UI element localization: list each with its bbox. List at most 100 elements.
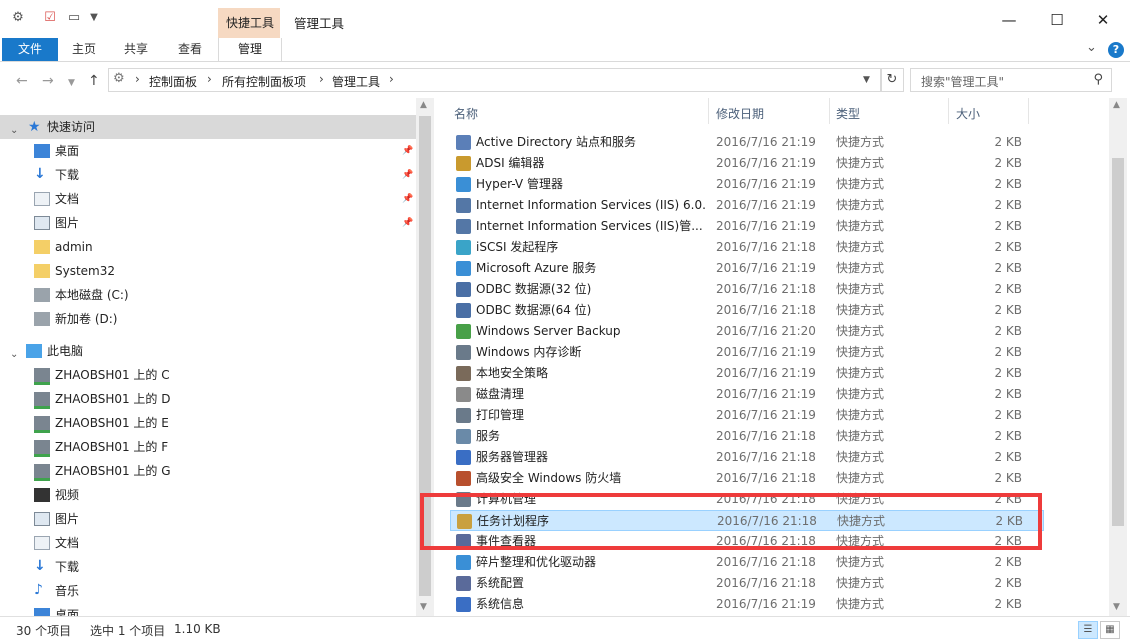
- breadcrumb-admin-tools[interactable]: 管理工具: [332, 73, 380, 90]
- expand-ribbon-icon[interactable]: ⌄: [1086, 40, 1097, 55]
- pin-icon[interactable]: 📌: [402, 187, 413, 211]
- file-list-scrollbar-thumb[interactable]: [1112, 158, 1124, 526]
- file-row[interactable]: 系统配置 2016/7/16 21:18 快捷方式 2 KB: [450, 573, 1044, 594]
- file-row[interactable]: ODBC 数据源(64 位) 2016/7/16 21:18 快捷方式 2 KB: [450, 300, 1044, 321]
- nav-item[interactable]: 图片: [0, 507, 416, 531]
- file-row[interactable]: Windows 内存诊断 2016/7/16 21:19 快捷方式 2 KB: [450, 342, 1044, 363]
- file-row[interactable]: 碎片整理和优化驱动器 2016/7/16 21:18 快捷方式 2 KB: [450, 552, 1044, 573]
- column-header-type[interactable]: 类型: [836, 105, 860, 122]
- nav-item[interactable]: 桌面: [0, 603, 416, 616]
- file-name: 本地安全策略: [476, 366, 549, 380]
- file-row[interactable]: ODBC 数据源(32 位) 2016/7/16 21:18 快捷方式 2 KB: [450, 279, 1044, 300]
- search-icon[interactable]: ⚲: [1093, 72, 1103, 87]
- close-button[interactable]: ✕: [1080, 4, 1126, 36]
- pin-icon[interactable]: 📌: [402, 163, 413, 187]
- new-folder-icon[interactable]: ▭: [66, 10, 82, 26]
- nav-item[interactable]: ↓ 下载 📌: [0, 163, 416, 187]
- address-dropdown-icon[interactable]: ▼: [863, 75, 870, 85]
- file-name: ODBC 数据源(32 位): [476, 282, 592, 296]
- nav-item[interactable]: ♪ 音乐: [0, 579, 416, 603]
- maximize-button[interactable]: ☐: [1034, 4, 1080, 36]
- breadcrumb-separator-icon[interactable]: ›: [207, 72, 212, 86]
- scroll-up-icon[interactable]: ▲: [420, 100, 427, 110]
- column-header-size[interactable]: 大小: [956, 105, 980, 122]
- scroll-down-icon[interactable]: ▼: [420, 602, 427, 612]
- file-row[interactable]: 服务 2016/7/16 21:18 快捷方式 2 KB: [450, 426, 1044, 447]
- file-row[interactable]: Internet Information Services (IIS)管... 2…: [450, 216, 1044, 237]
- nav-item[interactable]: ZHAOBSH01 上的 C: [0, 363, 416, 387]
- checkmark-icon[interactable]: ☑: [42, 10, 58, 26]
- nav-this-pc[interactable]: ⌄ 此电脑: [0, 339, 416, 363]
- column-divider[interactable]: [948, 98, 949, 124]
- file-row[interactable]: Internet Information Services (IIS) 6.0.…: [450, 195, 1044, 216]
- help-icon[interactable]: ?: [1108, 42, 1124, 58]
- file-type: 快捷方式: [836, 576, 885, 590]
- up-arrow-icon[interactable]: ↑: [88, 73, 100, 89]
- breadcrumb-all-items[interactable]: 所有控制面板项: [222, 73, 306, 90]
- nav-item[interactable]: System32: [0, 259, 416, 283]
- breadcrumb-separator-icon[interactable]: ›: [135, 72, 140, 86]
- back-arrow-icon[interactable]: ←: [16, 73, 28, 89]
- nav-item[interactable]: 视频: [0, 483, 416, 507]
- file-row[interactable]: 磁盘清理 2016/7/16 21:19 快捷方式 2 KB: [450, 384, 1044, 405]
- breadcrumb-separator-icon[interactable]: ›: [319, 72, 324, 86]
- pin-icon[interactable]: 📌: [402, 211, 413, 235]
- pin-icon[interactable]: 📌: [402, 139, 413, 163]
- file-row[interactable]: iSCSI 发起程序 2016/7/16 21:18 快捷方式 2 KB: [450, 237, 1044, 258]
- large-icons-view-icon[interactable]: ▦: [1100, 621, 1120, 639]
- window-title: 管理工具: [294, 16, 345, 31]
- nav-item[interactable]: ↓ 下载: [0, 555, 416, 579]
- nav-item[interactable]: 新加卷 (D:): [0, 307, 416, 331]
- file-row[interactable]: Windows Server Backup 2016/7/16 21:20 快捷方式…: [450, 321, 1044, 342]
- nav-item[interactable]: 桌面 📌: [0, 139, 416, 163]
- forward-arrow-icon[interactable]: →: [42, 73, 54, 89]
- tab-share[interactable]: 共享: [124, 38, 148, 61]
- file-type: 快捷方式: [836, 450, 885, 464]
- file-row[interactable]: 打印管理 2016/7/16 21:19 快捷方式 2 KB: [450, 405, 1044, 426]
- star-icon: ★: [28, 119, 41, 135]
- nav-item[interactable]: ZHAOBSH01 上的 D: [0, 387, 416, 411]
- tab-file[interactable]: 文件: [2, 38, 58, 61]
- nav-item[interactable]: ZHAOBSH01 上的 G: [0, 459, 416, 483]
- breadcrumb-control-panel[interactable]: 控制面板: [149, 73, 197, 90]
- collapse-chevron-icon[interactable]: ⌄: [10, 119, 26, 136]
- tab-home[interactable]: 主页: [72, 38, 96, 61]
- column-divider[interactable]: [708, 98, 709, 124]
- properties-icon[interactable]: ⚙: [10, 10, 26, 26]
- refresh-button[interactable]: ↻: [880, 68, 904, 92]
- file-row[interactable]: Active Directory 站点和服务 2016/7/16 21:19 快捷方…: [450, 132, 1044, 153]
- address-bar[interactable]: ⚙ › 控制面板 › 所有控制面板项 › 管理工具 › ▼: [108, 68, 882, 92]
- tab-manage[interactable]: 管理: [218, 38, 282, 61]
- breadcrumb-separator-icon[interactable]: ›: [389, 72, 394, 86]
- nav-item[interactable]: ZHAOBSH01 上的 F: [0, 435, 416, 459]
- nav-item[interactable]: 本地磁盘 (C:): [0, 283, 416, 307]
- file-row[interactable]: Microsoft Azure 服务 2016/7/16 21:19 快捷方式 2 K…: [450, 258, 1044, 279]
- nav-item[interactable]: 图片 📌: [0, 211, 416, 235]
- file-row[interactable]: ADSI 编辑器 2016/7/16 21:19 快捷方式 2 KB: [450, 153, 1044, 174]
- file-row[interactable]: 系统信息 2016/7/16 21:19 快捷方式 2 KB: [450, 594, 1044, 615]
- column-divider[interactable]: [1028, 98, 1029, 124]
- details-view-icon[interactable]: ☰: [1078, 621, 1098, 639]
- nav-item[interactable]: admin: [0, 235, 416, 259]
- nav-quick-access[interactable]: ⌄ ★ 快速访问: [0, 115, 416, 139]
- file-type: 快捷方式: [836, 261, 885, 275]
- minimize-button[interactable]: —: [986, 4, 1032, 36]
- file-row[interactable]: 服务器管理器 2016/7/16 21:18 快捷方式 2 KB: [450, 447, 1044, 468]
- scroll-down-icon[interactable]: ▼: [1113, 602, 1120, 612]
- nav-item[interactable]: 文档 📌: [0, 187, 416, 211]
- collapse-chevron-icon[interactable]: ⌄: [10, 343, 26, 360]
- column-divider[interactable]: [829, 98, 830, 124]
- recent-locations-icon[interactable]: ▼: [68, 78, 75, 88]
- file-row[interactable]: Hyper-V 管理器 2016/7/16 21:19 快捷方式 2 KB: [450, 174, 1044, 195]
- nav-item[interactable]: 文档: [0, 531, 416, 555]
- tab-view[interactable]: 查看: [178, 38, 202, 61]
- file-row[interactable]: 高级安全 Windows 防火墙 2016/7/16 21:18 快捷方式 2 KB: [450, 468, 1044, 489]
- customize-quick-access-icon[interactable]: ▼: [86, 10, 102, 26]
- file-row[interactable]: 本地安全策略 2016/7/16 21:19 快捷方式 2 KB: [450, 363, 1044, 384]
- search-box[interactable]: 搜索"管理工具" ⚲: [910, 68, 1112, 92]
- column-header-date[interactable]: 修改日期: [716, 105, 764, 122]
- scroll-up-icon[interactable]: ▲: [1113, 100, 1120, 110]
- nav-item[interactable]: ZHAOBSH01 上的 E: [0, 411, 416, 435]
- context-tab-label: 快捷工具: [226, 16, 275, 30]
- column-header-name[interactable]: 名称: [454, 105, 478, 122]
